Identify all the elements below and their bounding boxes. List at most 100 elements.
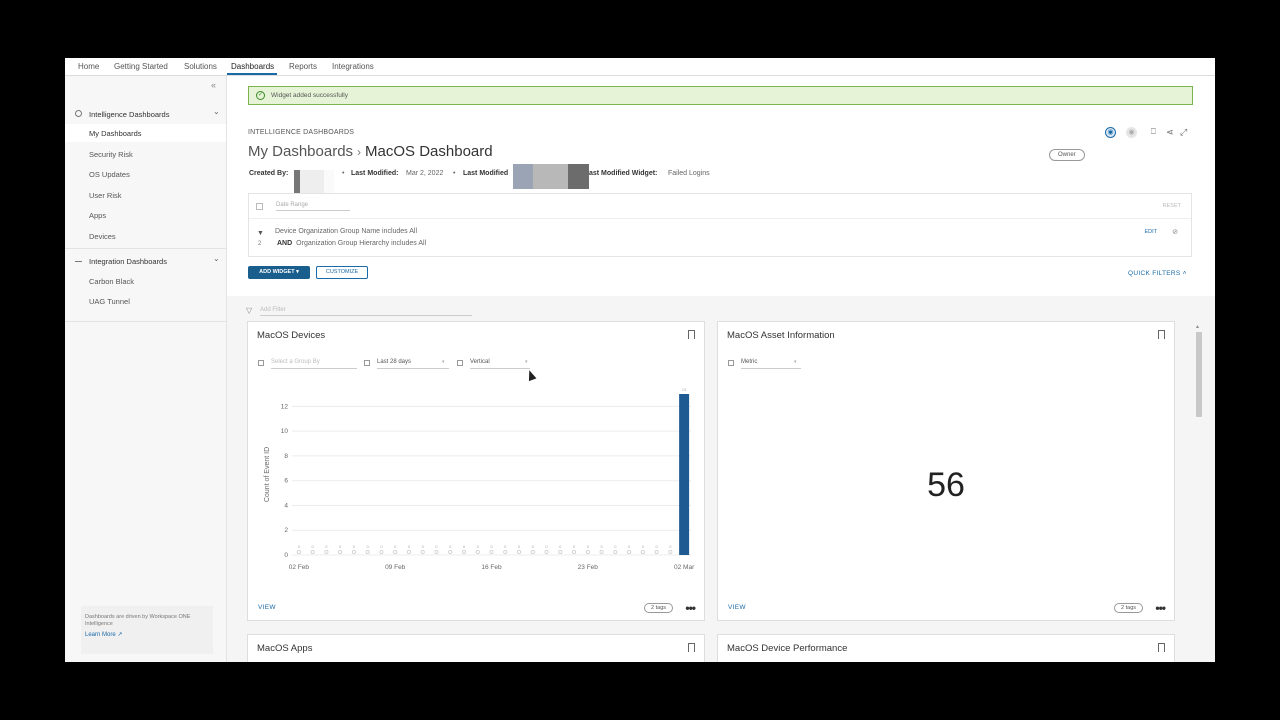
chevron-down-icon: ▾	[794, 359, 797, 365]
data-label: 0	[504, 544, 507, 549]
dashboard-icon	[75, 110, 82, 117]
sidebar-item-user-risk[interactable]: User Risk	[65, 186, 226, 204]
customize-button[interactable]: CUSTOMIZE	[316, 266, 368, 279]
sidebar: « Intelligence Dashboards ⌄ My Dashboard…	[65, 76, 227, 662]
widget-title: MacOS Device Performance	[727, 643, 848, 654]
integration-icon	[75, 261, 82, 262]
sidebar-group-label: Intelligence Dashboards	[89, 110, 170, 119]
bookmark-icon[interactable]	[688, 330, 695, 339]
data-label: 0	[477, 544, 480, 549]
date-range-input[interactable]: Date Range	[276, 202, 350, 211]
dashboard-header: ✓ Widget added successfully INTELLIGENCE…	[227, 76, 1215, 296]
orientation-field[interactable]: Vertical	[470, 359, 530, 369]
edit-filters-button[interactable]: EDIT	[1144, 229, 1157, 235]
sidebar-item-apps[interactable]: Apps	[65, 206, 226, 224]
tags-badge[interactable]: 2 tags	[644, 603, 673, 613]
bar	[379, 549, 384, 554]
y-tick-label: 12	[281, 403, 289, 410]
data-label: 0	[628, 544, 631, 549]
bookmark-icon[interactable]	[1158, 330, 1165, 339]
sidebar-item-devices[interactable]: Devices	[65, 227, 226, 245]
bar	[406, 549, 411, 554]
last-widget-value: Failed Logins	[668, 170, 710, 177]
orientation-select[interactable]: Vertical ▾	[457, 359, 533, 371]
x-tick-label: 23 Feb	[578, 564, 599, 571]
filter-funnel-icon: ▼	[257, 230, 264, 237]
bar	[489, 549, 494, 554]
group-by-field[interactable]: Select a Group By	[271, 359, 357, 369]
more-options-icon[interactable]: •••	[685, 601, 696, 615]
bar	[640, 549, 645, 554]
user-avatar-icon[interactable]: ◉	[1105, 127, 1116, 138]
reset-button[interactable]: RESET	[1163, 203, 1181, 209]
view-link[interactable]: VIEW	[258, 604, 276, 611]
sidebar-item-my-dashboards[interactable]: My Dashboards	[65, 124, 226, 142]
created-by-label: Created By:	[249, 170, 289, 177]
nav-getting-started[interactable]: Getting Started	[114, 62, 168, 71]
alert-text: Widget added successfully	[271, 92, 348, 99]
nav-active-indicator	[227, 73, 277, 75]
learn-more-link[interactable]: Learn More ↗	[85, 632, 209, 639]
add-widget-button[interactable]: ADD WIDGET ▾	[248, 266, 310, 279]
scrollbar-thumb[interactable]	[1196, 332, 1202, 417]
share-icon[interactable]: ⋖	[1166, 127, 1174, 138]
y-tick-label: 2	[284, 527, 288, 534]
view-link[interactable]: VIEW	[728, 604, 746, 611]
more-options-icon[interactable]: •••	[1155, 601, 1166, 615]
nav-home[interactable]: Home	[78, 62, 99, 71]
expand-icon[interactable]: ⤢	[1180, 127, 1187, 138]
bar	[654, 549, 659, 554]
widget-title: MacOS Devices	[257, 330, 326, 341]
quick-filters-toggle[interactable]: QUICK FILTERS ˄	[1128, 270, 1187, 277]
filter-and: AND	[277, 240, 293, 247]
add-filter-bar: ▽ Add Filter	[246, 306, 476, 318]
data-label: 0	[573, 544, 576, 549]
last-modified-value: Mar 2, 2022	[406, 170, 444, 177]
bar	[393, 549, 398, 554]
bar	[503, 549, 508, 554]
period-field[interactable]: Last 28 days	[377, 359, 449, 369]
redacted-block	[294, 170, 334, 194]
nav-reports[interactable]: Reports	[289, 62, 317, 71]
scroll-up-icon[interactable]: ▲	[1195, 324, 1200, 330]
data-label: 0	[490, 544, 493, 549]
bookmark-icon[interactable]: ⎕	[1151, 127, 1156, 137]
sidebar-item-os-updates[interactable]: OS Updates	[65, 165, 226, 183]
main-scrollbar[interactable]: ▲	[1195, 324, 1203, 662]
bar	[544, 549, 549, 554]
data-label: 0	[614, 544, 617, 549]
metric-select[interactable]: Metric ▾	[728, 359, 804, 371]
sidebar-group-integration[interactable]: Integration Dashboards ⌄	[65, 253, 227, 269]
user-avatar-icon[interactable]: ◉	[1126, 127, 1137, 138]
bar	[351, 549, 356, 554]
data-label: 0	[353, 544, 356, 549]
bar	[475, 549, 480, 554]
bar	[365, 549, 370, 554]
metric-field[interactable]: Metric	[741, 359, 801, 369]
widget-macos-device-performance: MacOS Device Performance	[717, 634, 1175, 662]
filter-panel: Date Range RESET ▼ 2 Device Organization…	[248, 193, 1192, 257]
widget-title: MacOS Apps	[257, 643, 313, 654]
sidebar-group-intelligence[interactable]: Intelligence Dashboards ⌄	[65, 106, 227, 122]
sidebar-item-security-risk[interactable]: Security Risk	[65, 145, 226, 163]
breadcrumb-my-dashboards[interactable]: My Dashboards	[248, 143, 353, 160]
add-filter-input[interactable]: Add Filter	[260, 307, 472, 316]
last-modified-by-label: Last Modified	[463, 170, 509, 177]
tags-badge[interactable]: 2 tags	[1114, 603, 1143, 613]
collapse-sidebar-icon[interactable]: «	[211, 80, 216, 90]
period-select[interactable]: Last 28 days ▾	[364, 359, 450, 371]
widget-macos-apps: MacOS Apps	[247, 634, 705, 662]
nav-solutions[interactable]: Solutions	[184, 62, 217, 71]
sidebar-item-carbon-black[interactable]: Carbon Black	[65, 272, 226, 290]
bookmark-icon[interactable]	[688, 643, 695, 652]
data-label: 0	[298, 544, 301, 549]
nav-integrations[interactable]: Integrations	[332, 62, 374, 71]
hide-filter-icon[interactable]: ⊘	[1172, 228, 1178, 236]
group-by-select[interactable]: Select a Group By	[258, 359, 358, 371]
nav-dashboards[interactable]: Dashboards	[231, 62, 274, 71]
chevron-down-icon: ⌄	[213, 254, 220, 263]
data-label: 0	[463, 544, 466, 549]
bar	[679, 394, 690, 555]
bookmark-icon[interactable]	[1158, 643, 1165, 652]
sidebar-item-uag-tunnel[interactable]: UAG Tunnel	[65, 292, 226, 310]
